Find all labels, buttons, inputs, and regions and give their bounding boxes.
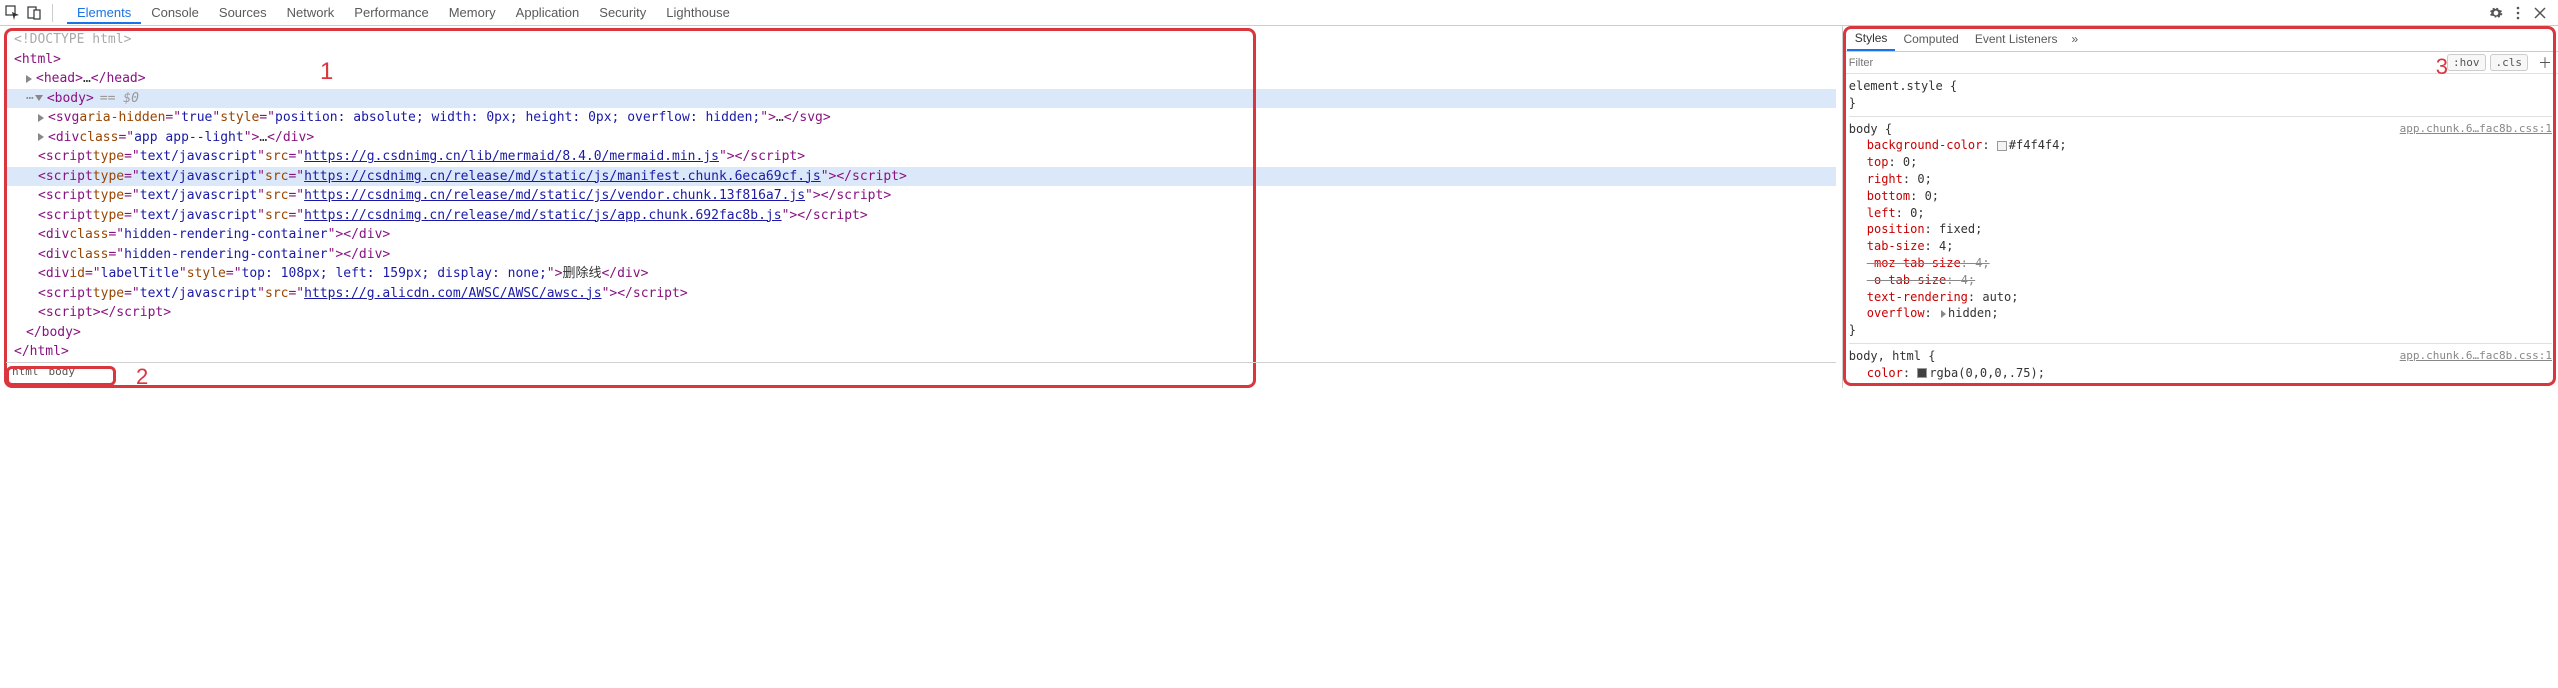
device-toggle-icon[interactable] [26, 5, 42, 21]
css-declaration[interactable]: right: 0; [1849, 171, 2552, 188]
tab-elements[interactable]: Elements [67, 1, 141, 24]
rule-body-html: body, html { app.chunk.6…fac8b.css:1 col… [1849, 348, 2552, 382]
css-declaration[interactable]: -moz-tab-size: 4; [1849, 255, 2552, 272]
crumb-html[interactable]: html [12, 365, 39, 378]
annotation-1: 1 [320, 58, 333, 86]
rule-body: body { app.chunk.6…fac8b.css:1 backgroun… [1849, 121, 2552, 339]
annotation-2: 2 [136, 364, 148, 390]
devtools-toolbar: ElementsConsoleSourcesNetworkPerformance… [0, 0, 2558, 26]
more-tabs-icon[interactable]: » [2066, 32, 2085, 46]
tab-security[interactable]: Security [589, 1, 656, 24]
tab-console[interactable]: Console [141, 1, 209, 24]
hov-toggle[interactable]: :hov [2447, 54, 2486, 71]
dom-tree-panel: 1 <!DOCTYPE html> <html> <head>…</head> … [0, 26, 1842, 388]
inspect-element-icon[interactable] [4, 5, 20, 21]
gear-icon[interactable] [2488, 5, 2504, 21]
hidden-div-2[interactable]: <div class="hidden-rendering-container">… [6, 245, 1836, 265]
cls-toggle[interactable]: .cls [2490, 54, 2529, 71]
script-node[interactable]: <script type="text/javascript" src="http… [6, 206, 1836, 226]
tab-computed[interactable]: Computed [1895, 28, 1966, 50]
tab-application[interactable]: Application [506, 1, 590, 24]
source-link-1[interactable]: app.chunk.6…fac8b.css:1 [2400, 121, 2552, 138]
body-node-selected[interactable]: ⋯<body> == $0 [6, 89, 1836, 109]
css-declaration[interactable]: bottom: 0; [1849, 188, 2552, 205]
crumb-body[interactable]: body [49, 365, 76, 378]
styles-panel: 3 Styles Computed Event Listeners » :hov… [1842, 26, 2558, 388]
new-style-rule-icon[interactable]: ＋ [2532, 53, 2558, 73]
labeltitle-div[interactable]: <div id="labelTitle" style="top: 108px; … [6, 264, 1836, 284]
tab-styles[interactable]: Styles [1847, 27, 1896, 51]
css-declaration[interactable]: overflow: hidden; [1849, 305, 2552, 322]
css-declaration[interactable]: top: 0; [1849, 154, 2552, 171]
source-link-2[interactable]: app.chunk.6…fac8b.css:1 [2400, 348, 2552, 365]
svg-node[interactable]: <svg aria-hidden="true" style="position:… [6, 108, 1836, 128]
tab-network[interactable]: Network [277, 1, 345, 24]
css-declaration[interactable]: tab-size: 4; [1849, 238, 2552, 255]
script-node[interactable]: <script type="text/javascript" src="http… [6, 186, 1836, 206]
css-declaration[interactable]: background-color: #f4f4f4; [1849, 137, 2552, 154]
tab-performance[interactable]: Performance [344, 1, 438, 24]
css-declaration[interactable]: text-rendering: auto; [1849, 289, 2552, 306]
awsc-script[interactable]: <script type="text/javascript" src="http… [6, 284, 1836, 304]
tab-lighthouse[interactable]: Lighthouse [656, 1, 740, 24]
tab-sources[interactable]: Sources [209, 1, 277, 24]
kebab-menu-icon[interactable] [2510, 5, 2526, 21]
styles-tab-bar: Styles Computed Event Listeners » [1843, 26, 2558, 52]
app-div-node[interactable]: <div class="app app--light">…</div> [6, 128, 1836, 148]
script-node[interactable]: <script type="text/javascript" src="http… [6, 147, 1836, 167]
empty-script[interactable]: <script></script> [6, 303, 1836, 323]
tab-eventlisteners[interactable]: Event Listeners [1967, 28, 2066, 50]
breadcrumb-bar: html body 2 [6, 362, 1836, 380]
css-declaration[interactable]: position: fixed; [1849, 221, 2552, 238]
css-declaration[interactable]: -o-tab-size: 4; [1849, 272, 2552, 289]
dom-tree[interactable]: <!DOCTYPE html> <html> <head>…</head> ⋯<… [6, 30, 1836, 362]
tab-memory[interactable]: Memory [439, 1, 506, 24]
close-icon[interactable] [2532, 5, 2548, 21]
script-node[interactable]: <script type="text/javascript" src="http… [6, 167, 1836, 187]
style-rules[interactable]: element.style { } body { app.chunk.6…fac… [1843, 74, 2558, 388]
css-declaration[interactable]: left: 0; [1849, 205, 2552, 222]
annotation-3: 3 [2436, 54, 2448, 80]
main-tabs: ElementsConsoleSourcesNetworkPerformance… [67, 1, 2482, 24]
hidden-div-1[interactable]: <div class="hidden-rendering-container">… [6, 225, 1836, 245]
styles-filter-input[interactable] [1843, 55, 2447, 71]
doctype-node: <!DOCTYPE html> [14, 30, 131, 50]
css-declaration[interactable]: color: rgba(0,0,0,.75); [1849, 365, 2552, 382]
head-node[interactable]: <head>…</head> [6, 69, 1836, 89]
